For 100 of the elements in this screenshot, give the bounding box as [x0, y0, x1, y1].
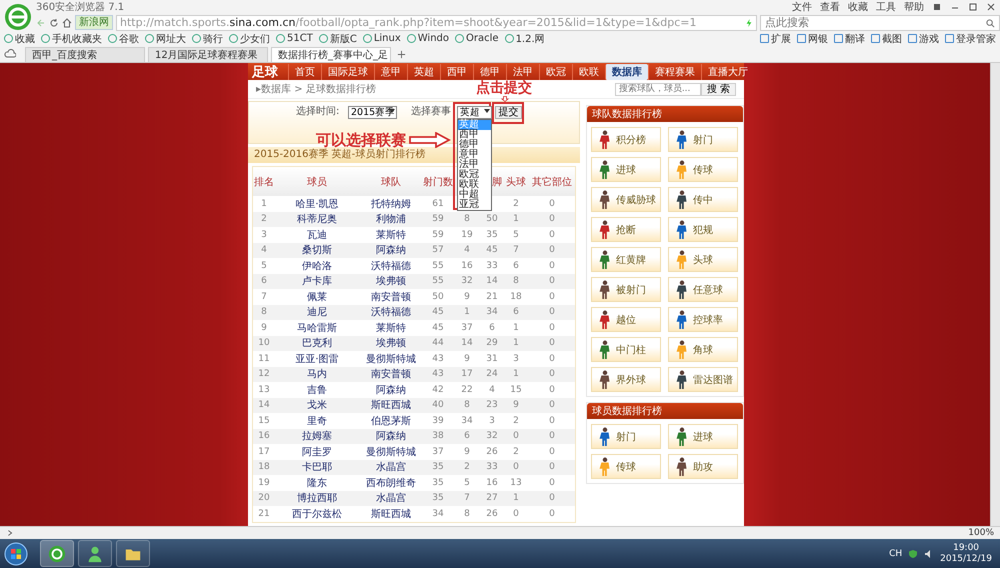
column-header: 排名: [254, 176, 274, 188]
menu-item[interactable]: 工具: [876, 0, 896, 14]
clock-date[interactable]: 2015/12/19: [940, 554, 992, 564]
menu-item[interactable]: 文件: [792, 0, 812, 14]
menu-item[interactable]: 查看: [820, 0, 840, 14]
stat-tile[interactable]: 任意球: [668, 277, 738, 302]
stat-tile[interactable]: 犯规: [668, 217, 738, 242]
toolbar-link[interactable]: 游戏: [908, 32, 939, 46]
toolbar-link[interactable]: 扩展: [760, 32, 791, 46]
stat-tile[interactable]: 助攻: [668, 454, 738, 479]
toolbar-link[interactable]: 网银: [797, 32, 828, 46]
nav-link[interactable]: 意甲: [374, 64, 407, 80]
stat-tile[interactable]: 雷达图谱: [668, 367, 738, 392]
stat-tile[interactable]: 被射门: [591, 277, 661, 302]
stat-tile[interactable]: 传球: [668, 157, 738, 182]
browser-tab[interactable]: 数据排行榜_赛事中心_足: [271, 47, 391, 62]
table-cell: 0: [513, 462, 519, 472]
table-cell: 7: [464, 493, 470, 504]
stat-tile[interactable]: 头球: [668, 247, 738, 272]
search-button[interactable]: 搜 索: [700, 82, 736, 96]
menu-item[interactable]: 收藏: [848, 0, 868, 14]
table-cell-text: 南安普顿: [371, 368, 411, 382]
clock-time[interactable]: 19:00: [953, 542, 980, 554]
bookmark-link[interactable]: 手机收藏夹: [41, 32, 102, 46]
language-indicator[interactable]: CH: [889, 548, 902, 558]
table-cell: 8: [464, 508, 470, 519]
stat-tile[interactable]: 控球率: [668, 307, 738, 332]
dropdown-option[interactable]: 中超: [458, 190, 491, 200]
stat-tile[interactable]: 进球: [668, 424, 738, 449]
bookmark-link[interactable]: 1.2.网: [504, 32, 545, 46]
table-cell: 19: [258, 478, 270, 488]
stat-tile[interactable]: 界外球: [591, 367, 661, 392]
zoom-level[interactable]: 100%: [968, 528, 994, 538]
dropdown-option[interactable]: 德甲: [458, 140, 491, 150]
table-cell: 39: [432, 416, 444, 426]
stat-tile[interactable]: 射门: [591, 424, 661, 449]
bookmark-link[interactable]: 少女们: [229, 32, 270, 46]
panel-title: 球员数据排行榜: [592, 404, 662, 418]
table-cell: 9: [464, 354, 470, 364]
table-cell-text: 西于尔兹松: [292, 508, 342, 521]
nav-link[interactable]: 数据库: [605, 64, 648, 80]
browser-tab[interactable]: 12月国际足球赛程赛果: [148, 47, 268, 62]
nav-link[interactable]: 国际足球: [321, 64, 374, 80]
site-logo[interactable]: 足球: [252, 63, 278, 80]
stat-tile[interactable]: 中门柱: [591, 337, 661, 362]
stat-tile[interactable]: 射门: [668, 127, 738, 152]
nav-link[interactable]: 赛程赛果: [648, 64, 701, 80]
address-field[interactable]: http://match.sports.sina.com.cn/football/opta_rank.php?item=shoot&year=2015&lid=1&type=1&dpc=1: [116, 14, 757, 30]
stat-tile[interactable]: 传球: [591, 454, 661, 479]
menu-item[interactable]: 帮助: [904, 0, 924, 14]
table-cell: 0: [549, 198, 555, 209]
dropdown-option[interactable]: 欧冠: [458, 170, 491, 180]
nav-link[interactable]: 英超: [407, 64, 440, 80]
stat-tile[interactable]: 进球: [591, 157, 661, 182]
dropdown-option[interactable]: 意甲: [458, 150, 491, 160]
site-search-field[interactable]: 搜索球队，球员...: [614, 82, 701, 96]
nav-link[interactable]: 首页: [288, 64, 321, 80]
bookmark-link[interactable]: 收藏: [4, 32, 35, 46]
league-select[interactable]: 英超: [457, 106, 492, 119]
dropdown-option[interactable]: 亚冠: [458, 200, 491, 210]
toolbar-link[interactable]: 登录管家: [945, 32, 996, 46]
bookmark-link[interactable]: 网址大: [145, 32, 186, 46]
bookmark-link[interactable]: Linux: [362, 32, 401, 46]
bookmark-link[interactable]: Oracle: [455, 32, 499, 46]
nav-link[interactable]: 法甲: [506, 64, 539, 80]
table-cell: 0: [513, 431, 519, 442]
stat-tile[interactable]: 传威胁球: [591, 187, 661, 212]
stat-tile[interactable]: 抢断: [591, 217, 661, 242]
table-cell: 2: [513, 416, 519, 426]
bookmark-link[interactable]: 51CT: [276, 32, 313, 46]
table-cell: 18: [258, 462, 270, 472]
toolbar-link[interactable]: 截图: [871, 32, 902, 46]
stat-tile[interactable]: 传中: [668, 187, 738, 212]
dropdown-option[interactable]: 法甲: [458, 160, 491, 170]
table-cell-text: 斯旺西城: [371, 508, 411, 521]
table-cell-text: 曼彻斯特城: [366, 446, 416, 459]
bookmark-link[interactable]: 新版C: [318, 32, 357, 46]
table-cell: 0: [549, 276, 555, 286]
nav-link[interactable]: 西甲: [440, 64, 473, 80]
site-badge[interactable]: 新浪网: [75, 15, 113, 30]
nav-link[interactable]: 欧冠: [539, 64, 572, 80]
dropdown-option[interactable]: 西甲: [458, 130, 491, 140]
table-cell-text: 吉鲁: [307, 384, 327, 397]
submit-button[interactable]: 提交: [495, 106, 522, 119]
bookmark-link[interactable]: 谷歌: [108, 32, 139, 46]
stat-tile[interactable]: 红黄牌: [591, 247, 661, 272]
bookmark-link[interactable]: 骑行: [192, 32, 223, 46]
table-cell: 23: [486, 400, 498, 410]
stat-tile[interactable]: 越位: [591, 307, 661, 332]
dropdown-option[interactable]: 欧联: [458, 180, 491, 190]
bookmark-link[interactable]: Windo: [406, 32, 450, 46]
table-cell: 2: [261, 214, 267, 224]
nav-link[interactable]: 直播大厅: [701, 64, 754, 80]
stat-tile[interactable]: 积分榜: [591, 127, 661, 152]
search-field[interactable]: 点此搜索: [760, 14, 1000, 30]
toolbar-link[interactable]: 翻译: [834, 32, 865, 46]
stat-tile[interactable]: 角球: [668, 337, 738, 362]
table-cell: 20: [258, 493, 270, 504]
nav-link[interactable]: 德甲: [473, 64, 506, 80]
browser-tab[interactable]: 西甲_百度搜索: [25, 47, 145, 62]
